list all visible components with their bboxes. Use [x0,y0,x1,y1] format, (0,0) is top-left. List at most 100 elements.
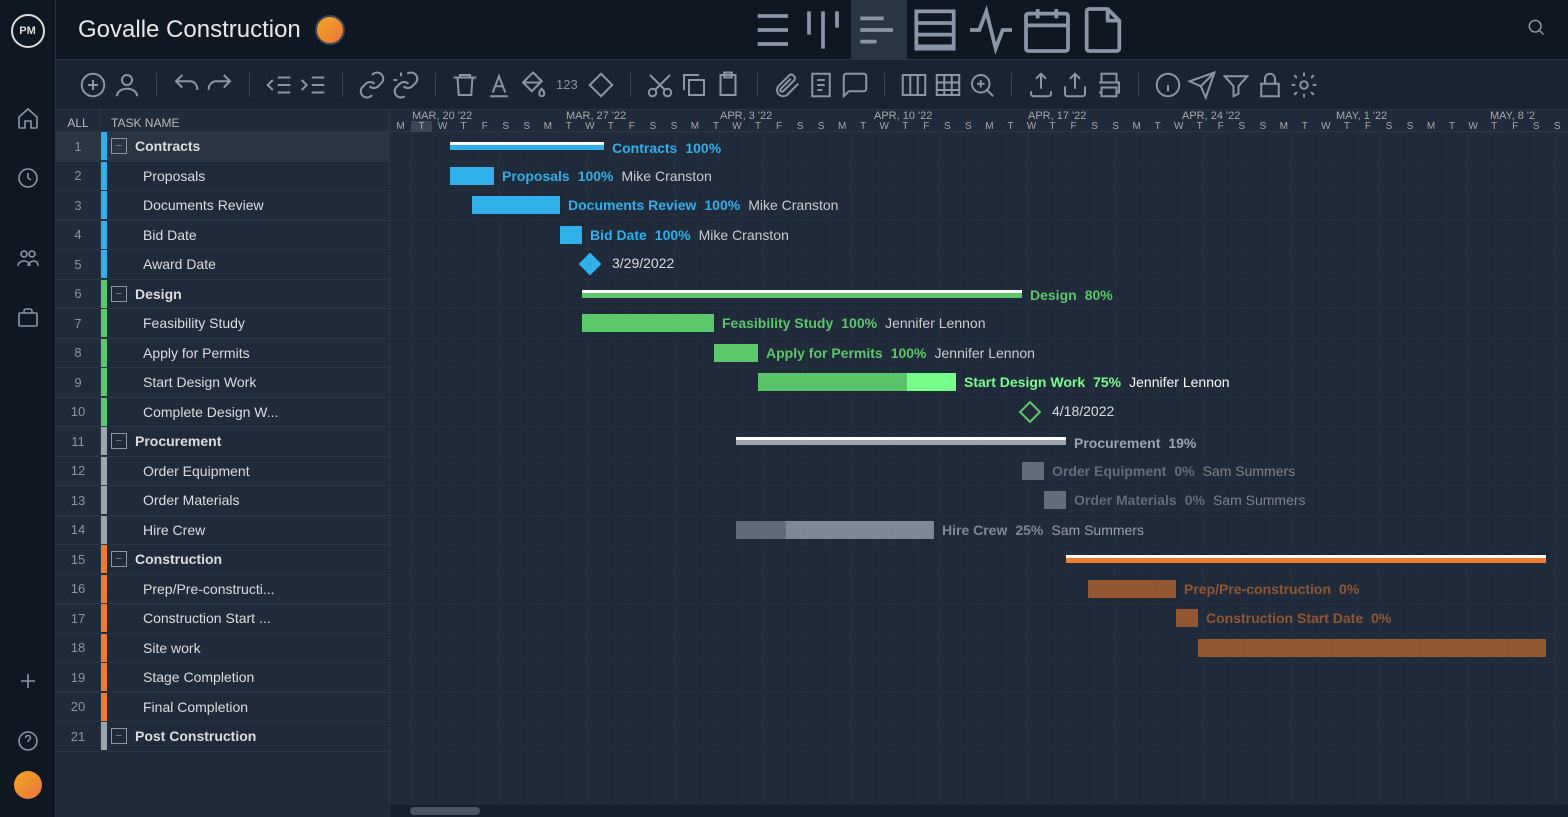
gantt-task-bar[interactable]: Apply for Permits100%Jennifer Lennon [714,344,758,362]
task-row[interactable]: 17 Construction Start ... [56,604,389,634]
view-board[interactable] [795,0,851,60]
task-row[interactable]: 21 − Post Construction [56,722,389,752]
comments-button[interactable] [840,70,870,100]
task-row[interactable]: 18 Site work [56,634,389,664]
info-button[interactable] [1153,70,1183,100]
print-button[interactable] [1094,70,1124,100]
export-button[interactable] [1026,70,1056,100]
task-row[interactable]: 19 Stage Completion [56,663,389,693]
task-row[interactable]: 12 Order Equipment [56,457,389,487]
cut-button[interactable] [645,70,675,100]
gantt-summary-bar[interactable]: Design80% [582,290,1022,298]
outdent-button[interactable] [264,70,294,100]
link-button[interactable] [357,70,387,100]
milestone-button[interactable] [586,70,616,100]
gantt-summary-bar[interactable] [1066,555,1546,563]
add-icon[interactable] [16,669,40,693]
attach-button[interactable] [772,70,802,100]
collapse-toggle[interactable]: − [111,138,127,154]
fill-color-button[interactable] [518,70,548,100]
day-label: S [1378,121,1399,132]
task-row[interactable]: 7 Feasibility Study [56,309,389,339]
help-icon[interactable] [16,729,40,753]
undo-button[interactable] [171,70,201,100]
gantt-summary-bar[interactable]: Contracts100% [450,142,604,150]
gantt-row: Bid Date100%Mike Cranston [390,221,1568,251]
gantt-task-bar[interactable]: Bid Date100%Mike Cranston [560,226,582,244]
view-list[interactable] [739,0,795,60]
gantt-task-bar[interactable]: Order Equipment0%Sam Summers [1022,462,1044,480]
delete-button[interactable] [450,70,480,100]
user-avatar[interactable] [14,771,42,799]
task-number: 9 [56,375,100,390]
task-row[interactable]: 20 Final Completion [56,693,389,723]
grid-button[interactable] [933,70,963,100]
task-row[interactable]: 8 Apply for Permits [56,339,389,369]
view-workload[interactable] [963,0,1019,60]
gantt-task-bar[interactable]: Feasibility Study100%Jennifer Lennon [582,314,714,332]
unlink-button[interactable] [391,70,421,100]
task-row[interactable]: 2 Proposals [56,162,389,192]
redo-button[interactable] [205,70,235,100]
text-color-button[interactable] [484,70,514,100]
share-button[interactable] [1060,70,1090,100]
gantt-task-bar[interactable]: Prep/Pre-construction0% [1088,580,1176,598]
gantt-task-bar[interactable]: Construction Start Date0% [1176,609,1198,627]
indent-button[interactable] [298,70,328,100]
gantt-task-bar[interactable]: Proposals100%Mike Cranston [450,167,494,185]
task-row[interactable]: 10 Complete Design W... [56,398,389,428]
collapse-toggle[interactable]: − [111,728,127,744]
notes-button[interactable] [806,70,836,100]
gantt-horizontal-scrollbar[interactable] [390,805,1568,817]
lock-button[interactable] [1255,70,1285,100]
gantt-task-bar[interactable]: Start Design Work75%Jennifer Lennon [758,373,956,391]
gantt-row [390,545,1568,575]
app-logo[interactable]: PM [11,14,45,48]
recent-icon[interactable] [16,166,40,190]
gantt-task-bar[interactable]: Documents Review100%Mike Cranston [472,196,560,214]
task-row[interactable]: 5 Award Date [56,250,389,280]
task-row[interactable]: 9 Start Design Work [56,368,389,398]
view-calendar[interactable] [1019,0,1075,60]
add-task-button[interactable] [78,70,108,100]
day-label: W [1463,121,1484,132]
paste-button[interactable] [713,70,743,100]
gantt-milestone[interactable] [1019,400,1042,423]
gantt-task-bar[interactable] [1198,639,1546,657]
task-name: Post Construction [127,728,389,744]
collapse-toggle[interactable]: − [111,433,127,449]
task-row[interactable]: 13 Order Materials [56,486,389,516]
task-row[interactable]: 11 − Procurement [56,427,389,457]
settings-button[interactable] [1289,70,1319,100]
task-list: 1 − Contracts 2 Proposals 3 Documents Re… [56,132,389,817]
task-row[interactable]: 14 Hire Crew [56,516,389,546]
column-name[interactable]: TASK NAME [101,112,179,130]
zoom-button[interactable] [967,70,997,100]
copy-button[interactable] [679,70,709,100]
column-all[interactable]: ALL [56,112,100,130]
team-icon[interactable] [16,246,40,270]
gantt-task-bar[interactable]: Order Materials0%Sam Summers [1044,491,1066,509]
task-row[interactable]: 16 Prep/Pre-constructi... [56,575,389,605]
task-row[interactable]: 3 Documents Review [56,191,389,221]
gantt-task-bar[interactable]: Hire Crew25%Sam Summers [736,521,934,539]
collapse-toggle[interactable]: − [111,286,127,302]
task-row[interactable]: 15 − Construction [56,545,389,575]
task-row[interactable]: 4 Bid Date [56,221,389,251]
collapse-toggle[interactable]: − [111,551,127,567]
project-avatar[interactable] [315,15,345,45]
send-button[interactable] [1187,70,1217,100]
view-files[interactable] [1075,0,1131,60]
home-icon[interactable] [16,106,40,130]
search-icon[interactable] [1526,17,1546,42]
filter-button[interactable] [1221,70,1251,100]
task-row[interactable]: 1 − Contracts [56,132,389,162]
task-row[interactable]: 6 − Design [56,280,389,310]
work-icon[interactable] [16,306,40,330]
assign-button[interactable] [112,70,142,100]
gantt-milestone[interactable] [579,253,602,276]
view-gantt[interactable] [851,0,907,60]
columns-button[interactable] [899,70,929,100]
view-sheet[interactable] [907,0,963,60]
gantt-summary-bar[interactable]: Procurement19% [736,437,1066,445]
